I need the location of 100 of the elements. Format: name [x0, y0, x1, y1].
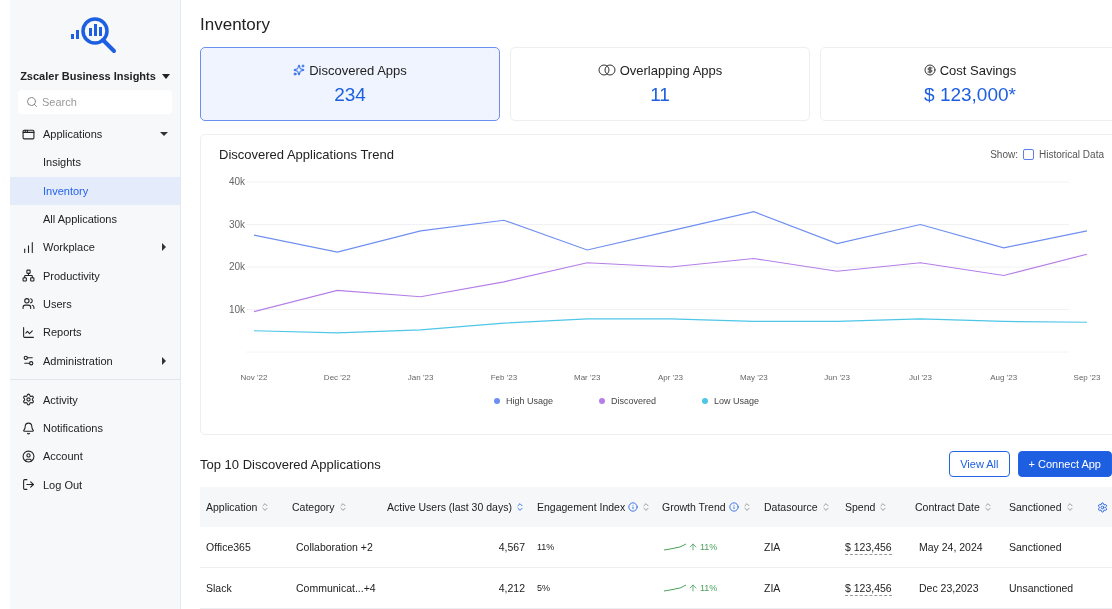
nav-icon: [22, 478, 35, 492]
nav-icon: [22, 421, 35, 435]
x-axis-label: Mar '23: [574, 373, 601, 382]
stat-card[interactable]: Overlapping Apps 11: [510, 47, 810, 121]
table-cell-text: Communicat...+4: [295, 582, 377, 595]
sort-icon[interactable]: [982, 502, 993, 513]
table-cell-text: ZIA: [763, 582, 782, 595]
nav-item[interactable]: Administration: [10, 346, 180, 375]
connect-button[interactable]: + Connect App: [1017, 451, 1112, 478]
nav-item[interactable]: Workplace: [10, 233, 180, 262]
search-field[interactable]: Search: [18, 90, 172, 114]
nav-item[interactable]: Users: [10, 289, 180, 319]
column-header[interactable]: Category: [292, 501, 335, 514]
stat-card[interactable]: Discovered Apps 234: [200, 47, 500, 121]
table-cell-text: 5%: [536, 583, 551, 594]
column-header[interactable]: Growth Trend: [662, 501, 726, 514]
nav-item[interactable]: Reports: [10, 318, 180, 347]
show-label: Show:: [990, 149, 1018, 160]
table-cell-text: May 24, 2024: [918, 541, 984, 554]
sort-icon[interactable]: [260, 502, 271, 513]
chart-title: Discovered Applications Trend: [219, 147, 394, 162]
view-all-button[interactable]: View All: [949, 451, 1010, 478]
card-value: $ 123,000*: [924, 83, 1016, 106]
brand-dropdown[interactable]: Zscaler Business Insights: [20, 70, 170, 82]
sort-icon[interactable]: [641, 502, 652, 513]
sort-icon[interactable]: [1064, 502, 1075, 513]
y-tick-label: 20k: [229, 261, 246, 272]
nav-subitem[interactable]: Insights: [10, 148, 180, 177]
arrow-up-icon: [688, 583, 698, 594]
growth-value: 11%: [700, 542, 718, 553]
sparkle-icon: [293, 64, 306, 76]
table-cell-text: 4,212: [497, 582, 526, 595]
checkbox[interactable]: [1022, 149, 1034, 160]
page-title: Inventory: [200, 15, 271, 35]
table-cell-text: Unsanctioned: [1008, 582, 1075, 595]
search-icon: [26, 96, 38, 108]
sort-icon[interactable]: [878, 502, 889, 513]
card-value: 11: [650, 83, 670, 106]
x-axis-label: Nov '22: [240, 373, 268, 382]
x-axis-label: Feb '23: [490, 373, 518, 382]
nav-subitem[interactable]: Inventory: [10, 176, 180, 205]
table-cell-text: 11%: [536, 542, 556, 553]
x-axis-label: Jan '23: [407, 373, 434, 382]
circles-icon: [597, 64, 616, 76]
nav-subitem[interactable]: All Applications: [10, 204, 180, 234]
y-tick-label: 30k: [229, 218, 246, 230]
spend-value[interactable]: $ 123,456: [845, 541, 892, 556]
nav-item[interactable]: Account: [10, 442, 180, 471]
growth-value: 11%: [700, 583, 718, 594]
legend-dot: [493, 398, 500, 404]
nav-icon: [22, 297, 35, 311]
nav-icon: [22, 393, 35, 407]
column-header[interactable]: Sanctioned: [1009, 501, 1062, 514]
nav-icon: [22, 354, 35, 367]
nav-item[interactable]: Notifications: [10, 413, 180, 443]
checkbox-label: Historical Data: [1038, 149, 1104, 160]
sort-icon[interactable]: [741, 502, 752, 513]
nav-item[interactable]: Log Out: [10, 470, 180, 499]
stat-card[interactable]: Cost Savings $ 123,000*: [820, 47, 1112, 121]
card-value: 234: [334, 83, 366, 106]
legend-label: Low Usage: [714, 396, 760, 406]
column-header[interactable]: Spend: [845, 501, 876, 514]
nav-item[interactable]: Activity: [10, 385, 180, 414]
y-tick-label: 40k: [229, 176, 246, 187]
legend-label: Discovered: [611, 396, 656, 406]
column-header[interactable]: Contract Date: [915, 501, 980, 514]
sparkline-icon: [664, 584, 686, 593]
nav-icon: [22, 240, 35, 254]
nav-icon: [22, 325, 35, 339]
spend-value[interactable]: $ 123,456: [845, 582, 892, 597]
sparkline-icon: [664, 543, 686, 552]
x-axis-label: May '23: [739, 373, 768, 382]
x-axis-label: Jun '23: [824, 373, 850, 382]
column-header[interactable]: Application: [206, 501, 258, 514]
column-header[interactable]: Active Users (last 30 days): [387, 501, 512, 514]
table-title: Top 10 Discovered Applications: [200, 456, 382, 472]
table-cell-text: 4,567: [497, 541, 526, 554]
table-cell-text: Dec 23,2023: [918, 582, 980, 595]
column-header[interactable]: Datasource: [764, 501, 818, 514]
caret-icon: [161, 73, 170, 79]
table-cell-text: Office365: [205, 541, 252, 554]
nav-item[interactable]: Productivity: [10, 261, 180, 290]
legend-dot: [702, 398, 708, 404]
card-label: Discovered Apps: [309, 62, 407, 78]
x-axis-label: Apr '23: [657, 373, 684, 382]
table-cell-text: Slack: [205, 582, 233, 595]
nav-icon: [22, 127, 35, 141]
sort-icon[interactable]: [820, 502, 831, 513]
dollar-icon: [923, 64, 936, 76]
settings-icon[interactable]: [1097, 501, 1108, 513]
arrow-up-icon: [688, 542, 698, 553]
table-cell-text: Sanctioned: [1008, 541, 1063, 554]
sort-icon[interactable]: [514, 502, 525, 513]
x-axis-label: Jul '23: [908, 373, 932, 382]
x-axis-label: Sep '23: [1073, 373, 1101, 382]
card-label: Cost Savings: [939, 62, 1017, 78]
y-tick-label: 10k: [229, 303, 246, 315]
column-header[interactable]: Engagement Index: [537, 501, 626, 514]
nav-item[interactable]: Applications: [10, 120, 180, 149]
sort-icon[interactable]: [337, 502, 348, 513]
